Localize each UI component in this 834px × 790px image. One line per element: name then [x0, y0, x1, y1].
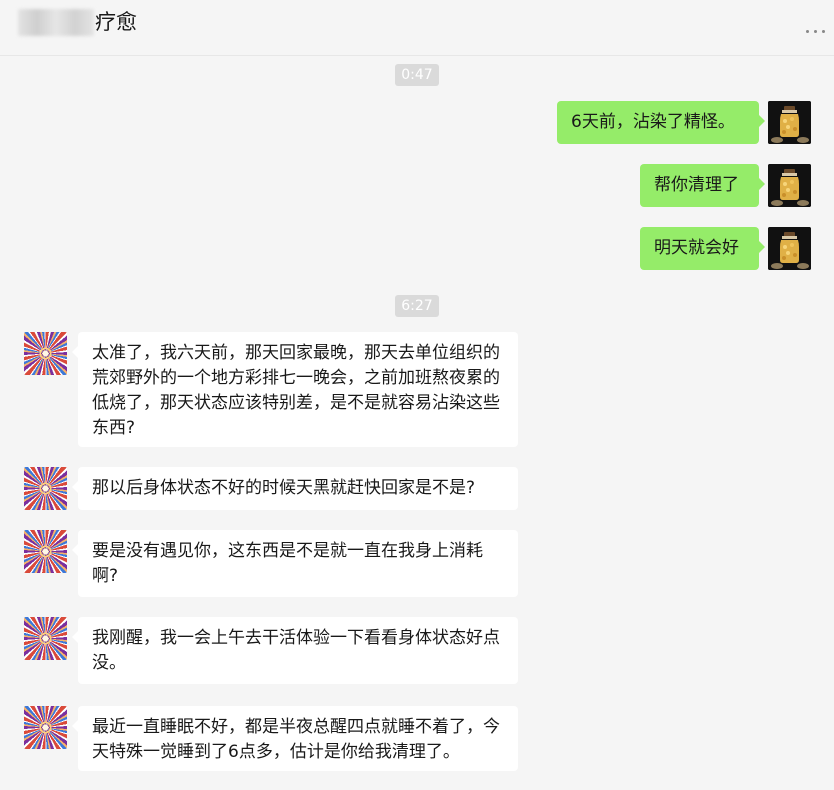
contact-message[interactable]: 最近一直睡眠不好，都是半夜总醒四点就睡不着了，今天特殊一觉睡到了6点多，估计是你… — [72, 706, 518, 771]
self-message[interactable]: 帮你清理了 — [640, 164, 765, 207]
contact-avatar[interactable] — [24, 530, 67, 573]
self-message[interactable]: 6天前，沾染了精怪。 — [557, 101, 765, 144]
chat-area[interactable]: 0:47 6天前，沾染了精怪。 帮你清理了 明天就会好 6:27 太准了，我六天… — [0, 56, 834, 790]
contact-avatar[interactable] — [24, 706, 67, 749]
self-avatar[interactable] — [768, 164, 811, 207]
contact-avatar[interactable] — [24, 617, 67, 660]
contact-avatar[interactable] — [24, 467, 67, 510]
timestamp: 0:47 — [395, 64, 439, 86]
chat-header: 疗愈 — [0, 0, 834, 56]
contact-message[interactable]: 要是没有遇见你，这东西是不是就一直在我身上消耗啊? — [72, 530, 518, 597]
contact-avatar[interactable] — [24, 332, 67, 375]
self-avatar[interactable] — [768, 101, 811, 144]
contact-message[interactable]: 那以后身体状态不好的时候天黑就赶快回家是不是? — [72, 467, 518, 510]
chat-title: 疗愈 — [95, 10, 137, 34]
contact-message[interactable]: 太准了，我六天前，那天回家最晚，那天去单位组织的荒郊野外的一个地方彩排七一晚会，… — [72, 332, 518, 447]
more-dots-icon[interactable] — [806, 26, 830, 36]
self-avatar[interactable] — [768, 227, 811, 270]
contact-message[interactable]: 我刚醒，我一会上午去干活体验一下看看身体状态好点没。 — [72, 617, 518, 684]
blurred-name — [18, 9, 94, 36]
self-message[interactable]: 明天就会好 — [640, 227, 765, 270]
jar-icon — [768, 164, 811, 207]
jar-icon — [768, 101, 811, 144]
timestamp: 6:27 — [395, 295, 439, 317]
jar-icon — [768, 227, 811, 270]
